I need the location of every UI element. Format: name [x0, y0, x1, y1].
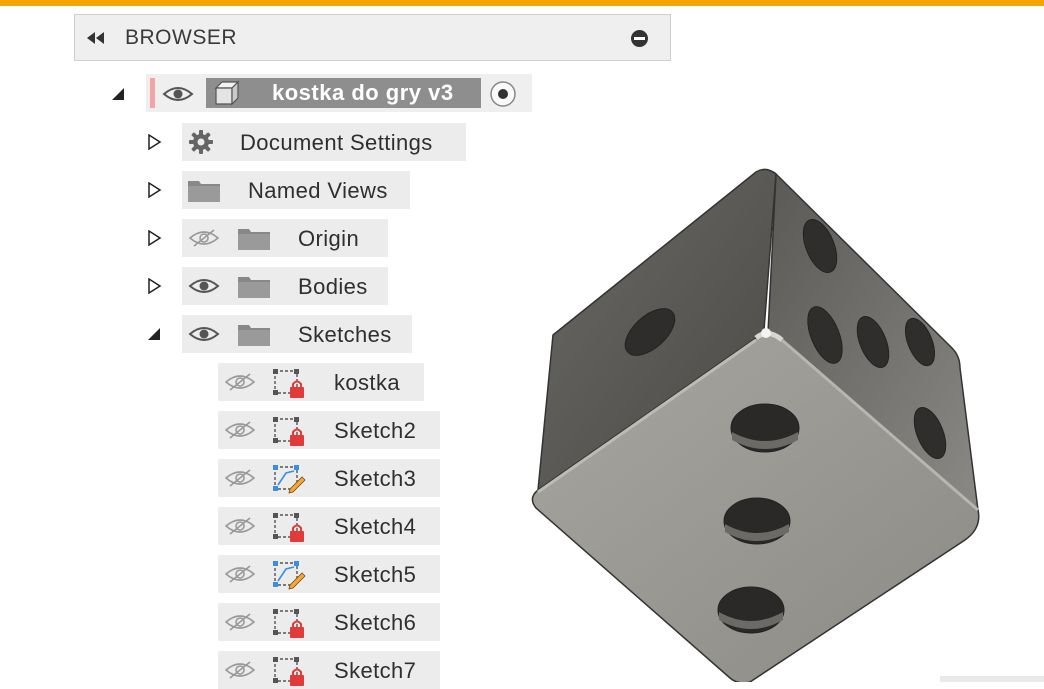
double-left-arrow-icon[interactable] — [85, 28, 107, 48]
eye-hidden-icon[interactable] — [188, 228, 220, 248]
3d-viewport[interactable] — [520, 150, 990, 682]
eye-hidden-icon[interactable] — [224, 420, 256, 440]
tree-item-sketch[interactable]: Sketch4 — [218, 507, 440, 545]
tree-item-document-settings[interactable]: Document Settings — [182, 123, 466, 161]
top-accent-bar — [0, 0, 1044, 6]
tree-item-label: Sketch7 — [334, 658, 417, 683]
tree-item-sketches[interactable]: Sketches — [182, 315, 412, 353]
collapsed-triangle-icon[interactable] — [146, 230, 162, 246]
tree-item-sketch[interactable]: Sketch5 — [218, 555, 440, 593]
sketch-locked-icon — [273, 513, 304, 542]
sketch-locked-icon — [273, 609, 304, 638]
sketch-locked-icon — [273, 657, 304, 686]
tree-item-label: Named Views — [248, 178, 388, 203]
viewport-corner-panel — [940, 676, 1044, 682]
browser-title: BROWSER — [125, 26, 238, 49]
tree-item-bodies[interactable]: Bodies — [182, 267, 388, 305]
expanded-triangle-icon[interactable] — [146, 326, 162, 342]
sketch-edit-icon — [273, 465, 306, 494]
eye-hidden-icon[interactable] — [224, 564, 256, 584]
gear-icon — [189, 130, 213, 154]
tree-item-label: Sketches — [298, 322, 392, 347]
folder-icon — [188, 181, 220, 202]
tree-item-label: Bodies — [298, 274, 368, 299]
eye-hidden-icon[interactable] — [224, 660, 256, 680]
collapsed-triangle-icon[interactable] — [146, 278, 162, 294]
tree-item-label: kostka — [334, 370, 400, 395]
eye-hidden-icon[interactable] — [224, 612, 256, 632]
eye-hidden-icon[interactable] — [224, 372, 256, 392]
active-component-marker — [150, 78, 155, 108]
browser-panel-header: BROWSER — [74, 14, 671, 61]
tree-item-label: Sketch5 — [334, 562, 417, 587]
tree-item-label: Sketch4 — [334, 514, 417, 539]
radio-active-icon[interactable] — [489, 80, 517, 108]
tree-item-sketch[interactable]: Sketch3 — [218, 459, 440, 497]
tree-item-label: Sketch6 — [334, 610, 417, 635]
collapsed-triangle-icon[interactable] — [146, 182, 162, 198]
eye-icon[interactable] — [188, 276, 220, 296]
folder-icon — [238, 229, 270, 250]
eye-icon[interactable] — [188, 324, 220, 344]
folder-icon — [238, 277, 270, 298]
tree-item-label: Sketch2 — [334, 418, 417, 443]
tree-item-label: Origin — [298, 226, 360, 251]
tree-item-label: Document Settings — [240, 130, 433, 155]
component-cube-icon — [214, 80, 240, 106]
dice-model[interactable] — [531, 168, 980, 682]
eye-hidden-icon[interactable] — [224, 468, 256, 488]
eye-hidden-icon[interactable] — [224, 516, 256, 536]
sketch-locked-icon — [273, 417, 304, 446]
tree-item-label: Sketch3 — [334, 466, 417, 491]
sketch-edit-icon — [273, 561, 306, 590]
tree-item-named-views[interactable]: Named Views — [182, 171, 410, 209]
tree-item-sketch[interactable]: kostka — [218, 363, 424, 401]
tree-item-origin[interactable]: Origin — [182, 219, 388, 257]
tree-item-sketch[interactable]: Sketch7 — [218, 651, 440, 689]
tree-item-sketch[interactable]: Sketch6 — [218, 603, 440, 641]
eye-icon[interactable] — [162, 84, 194, 104]
sketch-locked-icon — [273, 369, 304, 398]
root-component-label: kostka do gry v3 — [272, 80, 454, 105]
folder-icon — [238, 325, 270, 346]
minus-circle-icon[interactable] — [631, 30, 648, 47]
expanded-triangle-icon[interactable] — [110, 86, 126, 102]
collapsed-triangle-icon[interactable] — [146, 134, 162, 150]
tree-item-sketch[interactable]: Sketch2 — [218, 411, 440, 449]
